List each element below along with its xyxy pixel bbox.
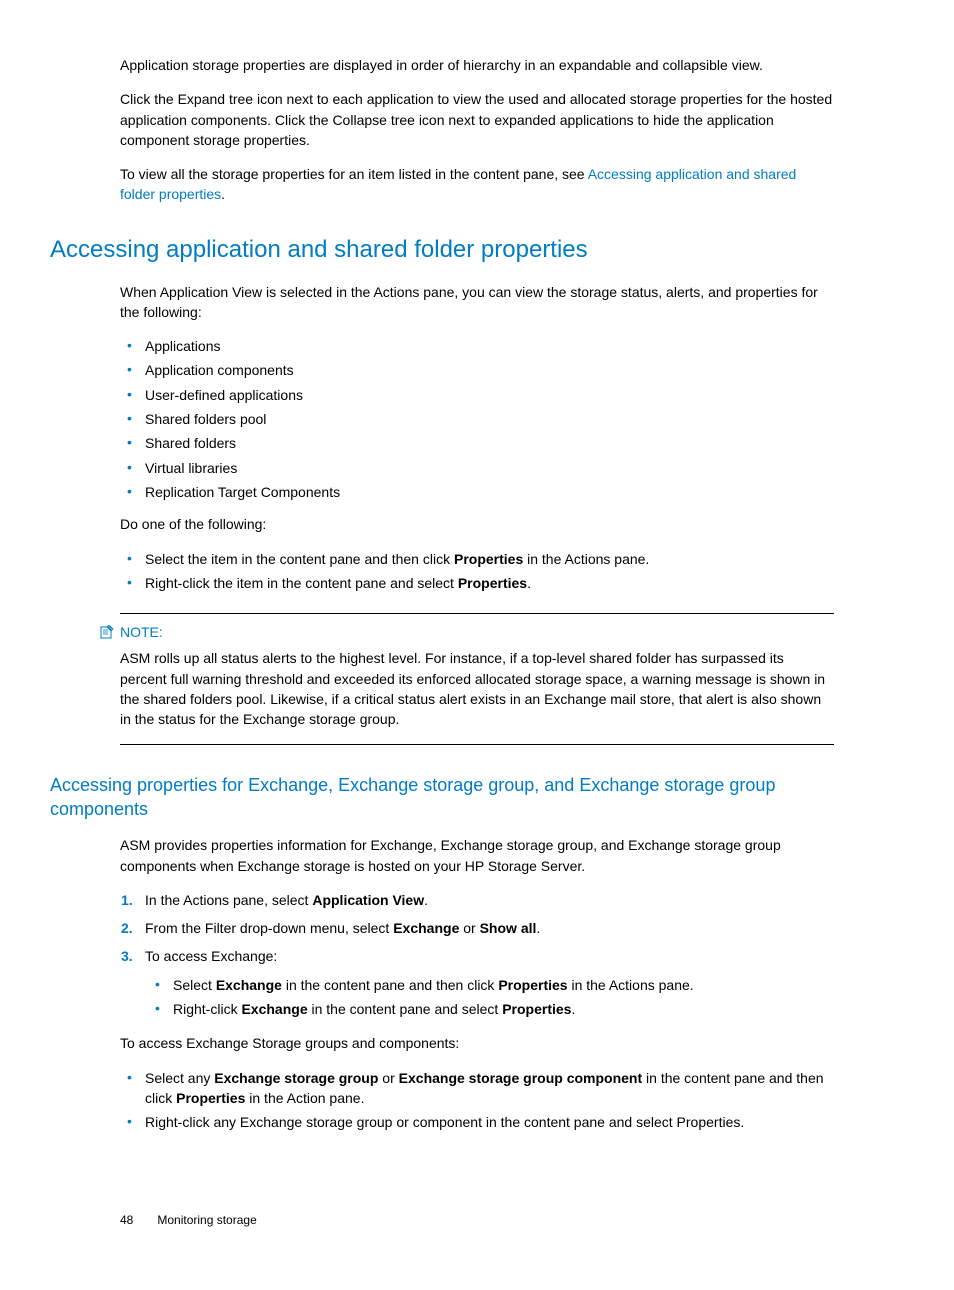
text-run: . xyxy=(221,186,225,202)
bullet-list: Applications Application components User… xyxy=(50,336,834,502)
paragraph: To view all the storage properties for a… xyxy=(50,164,834,205)
text-run: in the Actions pane. xyxy=(568,977,694,993)
bold-text: Properties xyxy=(176,1090,245,1106)
text-run: . xyxy=(536,920,540,936)
text-run: in the Action pane. xyxy=(245,1090,364,1106)
paragraph: Do one of the following: xyxy=(50,514,834,534)
text-run: To view all the storage properties for a… xyxy=(120,166,588,182)
text-run: Right-click the item in the content pane… xyxy=(145,575,458,591)
page-number: 48 xyxy=(120,1212,133,1229)
list-item: Right-click the item in the content pane… xyxy=(145,573,834,593)
list-item: Select Exchange in the content pane and … xyxy=(173,975,834,995)
list-item: Right-click Exchange in the content pane… xyxy=(173,999,834,1019)
text-run: . xyxy=(571,1001,575,1017)
paragraph: Application storage properties are displ… xyxy=(50,55,834,75)
bold-text: Properties xyxy=(498,977,567,993)
text-run: Select any xyxy=(145,1070,214,1086)
bold-text: Properties xyxy=(458,575,527,591)
bold-text: Properties xyxy=(454,551,523,567)
list-item: User-defined applications xyxy=(145,385,834,405)
list-item: From the Filter drop-down menu, select E… xyxy=(145,918,834,938)
note-text: ASM rolls up all status alerts to the hi… xyxy=(120,648,834,729)
page-footer: 48 Monitoring storage xyxy=(50,1212,834,1229)
bold-text: Application View xyxy=(312,892,424,908)
bold-text: Exchange xyxy=(216,977,282,993)
bold-text: Show all xyxy=(480,920,537,936)
text-run: in the content pane and then click xyxy=(282,977,498,993)
list-item: Select the item in the content pane and … xyxy=(145,549,834,569)
text-run: Select xyxy=(173,977,216,993)
text-run: or xyxy=(459,920,479,936)
bold-text: Exchange xyxy=(241,1001,307,1017)
bold-text: Exchange storage group xyxy=(214,1070,378,1086)
list-item: Shared folders pool xyxy=(145,409,834,429)
text-run: in the content pane and select xyxy=(308,1001,503,1017)
note-icon xyxy=(100,625,114,639)
text-run: or xyxy=(378,1070,398,1086)
list-item: Shared folders xyxy=(145,433,834,453)
heading-accessing-application: Accessing application and shared folder … xyxy=(50,233,834,268)
paragraph: ASM provides properties information for … xyxy=(50,835,834,876)
paragraph: Click the Expand tree icon next to each … xyxy=(50,89,834,150)
list-item: Application components xyxy=(145,360,834,380)
text-run: Right-click xyxy=(173,1001,241,1017)
text-run: Select the item in the content pane and … xyxy=(145,551,454,567)
list-item: Applications xyxy=(145,336,834,356)
list-item: To access Exchange: Select Exchange in t… xyxy=(145,946,834,1019)
text-run: . xyxy=(527,575,531,591)
list-item: Virtual libraries xyxy=(145,458,834,478)
numbered-list: In the Actions pane, select Application … xyxy=(50,890,834,1019)
bullet-list: Select Exchange in the content pane and … xyxy=(145,975,834,1020)
bold-text: Exchange storage group component xyxy=(399,1070,642,1086)
text-run: To access Exchange: xyxy=(145,948,277,964)
bold-text: Exchange xyxy=(393,920,459,936)
bold-text: Properties xyxy=(502,1001,571,1017)
paragraph: To access Exchange Storage groups and co… xyxy=(50,1033,834,1053)
text-run: In the Actions pane, select xyxy=(145,892,312,908)
text-run: . xyxy=(424,892,428,908)
text-run: in the Actions pane. xyxy=(523,551,649,567)
note-box: NOTE: ASM rolls up all status alerts to … xyxy=(120,613,834,744)
bullet-list: Select any Exchange storage group or Exc… xyxy=(50,1068,834,1133)
list-item: Replication Target Components xyxy=(145,482,834,502)
note-label: NOTE: xyxy=(120,622,163,642)
bullet-list: Select the item in the content pane and … xyxy=(50,549,834,594)
heading-exchange-properties: Accessing properties for Exchange, Excha… xyxy=(50,773,834,822)
list-item: In the Actions pane, select Application … xyxy=(145,890,834,910)
paragraph: When Application View is selected in the… xyxy=(50,282,834,323)
list-item: Right-click any Exchange storage group o… xyxy=(145,1112,834,1132)
list-item: Select any Exchange storage group or Exc… xyxy=(145,1068,834,1109)
section-title: Monitoring storage xyxy=(157,1212,256,1229)
text-run: From the Filter drop-down menu, select xyxy=(145,920,393,936)
